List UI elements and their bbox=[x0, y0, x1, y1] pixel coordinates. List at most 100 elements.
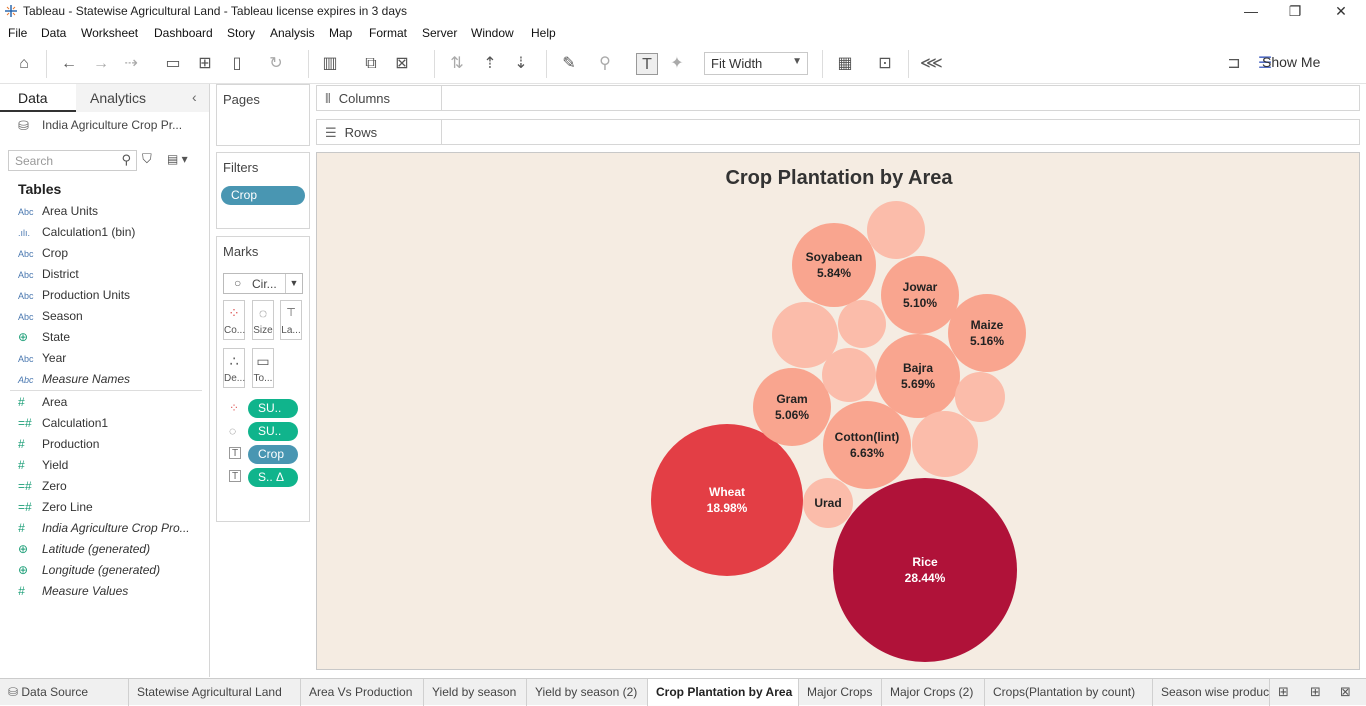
bubble-mark[interactable] bbox=[912, 411, 978, 477]
save-icon[interactable]: ▭ bbox=[162, 53, 184, 75]
pause-updates-icon[interactable]: ▯ bbox=[226, 53, 248, 75]
undo-icon[interactable]: ← bbox=[58, 53, 80, 75]
sheet-tab[interactable]: Area Vs Production bbox=[301, 679, 424, 706]
bubble-mark[interactable] bbox=[948, 294, 1026, 372]
tab-data[interactable]: Data bbox=[0, 84, 76, 112]
size-button[interactable]: ◌ Size bbox=[252, 300, 274, 340]
datasource-name[interactable]: India Agriculture Crop Pr... bbox=[42, 118, 182, 132]
viz-area[interactable]: Crop Plantation by Area Rice 28.44% Wheat 1… bbox=[316, 152, 1360, 670]
bubble-mark[interactable] bbox=[867, 201, 925, 259]
marks-pill-size[interactable]: SU.. bbox=[248, 422, 298, 441]
field-measure[interactable]: ⊕ Latitude (generated) bbox=[18, 542, 150, 560]
rows-shelf[interactable]: ☰ Rows bbox=[316, 119, 1360, 145]
field-dimension[interactable]: Abc Year bbox=[18, 351, 66, 369]
redo-icon[interactable]: → bbox=[90, 53, 112, 75]
columns-shelf[interactable]: ⦀ Columns bbox=[316, 85, 1360, 111]
menu-data[interactable]: Data bbox=[41, 26, 66, 40]
marks-pill-label-crop[interactable]: Crop bbox=[248, 445, 298, 464]
color-button[interactable]: ⁘ Co... bbox=[223, 300, 245, 340]
home-icon[interactable]: ⌂ bbox=[13, 53, 35, 75]
sort-ascending-icon[interactable]: ⇡ bbox=[479, 53, 501, 75]
sort-descending-icon[interactable]: ⇣ bbox=[510, 53, 532, 75]
label-button[interactable]: ⊤ La... bbox=[280, 300, 302, 340]
swap-axes-icon[interactable]: ⇅ bbox=[446, 53, 468, 75]
collapse-pane-icon[interactable]: ‹ bbox=[192, 89, 197, 105]
mark-type-select[interactable]: ○ Cir... ▼ bbox=[223, 273, 303, 294]
field-dimension[interactable]: Abc Production Units bbox=[18, 288, 130, 306]
sheet-tab[interactable]: Yield by season bbox=[424, 679, 527, 706]
highlight-icon[interactable]: ✎ bbox=[558, 53, 580, 75]
marks-card[interactable]: Marks ○ Cir... ▼ ⁘ Co... ◌ Size ⊤ La... … bbox=[216, 236, 310, 522]
presentation-mode-icon[interactable]: ⊡ bbox=[874, 53, 896, 75]
replay-icon[interactable]: ⇢ bbox=[120, 53, 142, 75]
tab-analytics[interactable]: Analytics ‹ bbox=[76, 84, 209, 112]
share-icon[interactable]: ⋘ bbox=[920, 53, 943, 75]
detail-button[interactable]: ∴ De... bbox=[223, 348, 245, 388]
bubble-mark[interactable] bbox=[753, 368, 831, 446]
menu-window[interactable]: Window bbox=[471, 26, 514, 40]
duplicate-sheet-icon[interactable]: ⧉ bbox=[360, 53, 382, 75]
sheet-tab[interactable]: Crop Plantation by Area bbox=[648, 679, 799, 706]
sheet-tab[interactable]: Yield by season (2) bbox=[527, 679, 648, 706]
filters-card[interactable]: Filters Crop bbox=[216, 152, 310, 229]
ask-data-icon[interactable]: ⊐ bbox=[1223, 53, 1245, 75]
bubble-mark[interactable] bbox=[823, 401, 911, 489]
fit-select[interactable]: Fit Width ▼ bbox=[704, 52, 808, 75]
menu-story[interactable]: Story bbox=[227, 26, 255, 40]
sheet-tab[interactable]: Major Crops bbox=[799, 679, 882, 706]
new-worksheet-icon[interactable]: ▥ bbox=[319, 53, 341, 75]
show-labels-icon[interactable]: T bbox=[636, 53, 658, 75]
bubble-mark[interactable] bbox=[792, 223, 876, 307]
field-dimension[interactable]: Abc Area Units bbox=[18, 204, 98, 222]
field-dimension[interactable]: Abc Measure Names bbox=[18, 372, 130, 390]
field-dimension[interactable]: .ılı. Calculation1 (bin) bbox=[18, 225, 135, 243]
bubble-mark[interactable] bbox=[876, 334, 960, 418]
new-dashboard-icon[interactable]: ⊞ bbox=[1310, 684, 1321, 700]
pages-card[interactable]: Pages bbox=[216, 84, 310, 146]
field-measure[interactable]: =# Zero bbox=[18, 479, 67, 497]
bubble-mark[interactable] bbox=[651, 424, 803, 576]
menu-server[interactable]: Server bbox=[422, 26, 457, 40]
show-cards-icon[interactable]: ▦ bbox=[834, 53, 856, 75]
clear-sheet-icon[interactable]: ⊠ bbox=[391, 53, 413, 75]
sheet-tab[interactable]: Season wise produc bbox=[1153, 679, 1270, 706]
new-worksheet-icon[interactable]: ⊞ bbox=[1278, 684, 1289, 700]
menu-analysis[interactable]: Analysis bbox=[270, 26, 315, 40]
filter-pill-crop[interactable]: Crop bbox=[221, 186, 305, 205]
minimize-button[interactable]: — bbox=[1236, 2, 1266, 20]
tooltip-button[interactable]: ▭ To... bbox=[252, 348, 274, 388]
close-button[interactable]: ✕ bbox=[1326, 2, 1356, 20]
search-input[interactable]: Search ⚲ bbox=[8, 150, 137, 171]
field-measure[interactable]: # Yield bbox=[18, 458, 68, 476]
menu-map[interactable]: Map bbox=[329, 26, 352, 40]
menu-format[interactable]: Format bbox=[369, 26, 407, 40]
field-measure[interactable]: ⊕ Longitude (generated) bbox=[18, 563, 160, 581]
bubble-mark[interactable] bbox=[833, 478, 1017, 662]
field-dimension[interactable]: ⊕ State bbox=[18, 330, 70, 348]
fix-axes-icon[interactable]: ✦ bbox=[666, 53, 688, 75]
field-measure[interactable]: # Production bbox=[18, 437, 99, 455]
bubble-mark[interactable] bbox=[955, 372, 1005, 422]
field-dimension[interactable]: Abc Crop bbox=[18, 246, 68, 264]
sheet-tab[interactable]: Major Crops (2) bbox=[882, 679, 985, 706]
new-story-icon[interactable]: ⊠ bbox=[1340, 684, 1351, 700]
field-measure[interactable]: # Measure Values bbox=[18, 584, 128, 602]
marks-pill-color[interactable]: SU.. bbox=[248, 399, 298, 418]
refresh-icon[interactable]: ↻ bbox=[265, 53, 287, 75]
filter-icon[interactable]: ⛉ bbox=[142, 151, 152, 167]
menu-help[interactable]: Help bbox=[531, 26, 556, 40]
bubble-chart[interactable]: Rice 28.44% Wheat 18.98% Cotton(lint) 6.63% So… bbox=[317, 153, 1361, 671]
field-measure[interactable]: # India Agriculture Crop Pro... bbox=[18, 521, 190, 539]
view-options-icon[interactable]: ▤ ▾ bbox=[167, 152, 188, 166]
group-members-icon[interactable]: ⚲ bbox=[594, 53, 616, 75]
bubble-mark[interactable] bbox=[838, 300, 886, 348]
field-measure[interactable]: =# Calculation1 bbox=[18, 416, 108, 434]
sheet-tab[interactable]: Statewise Agricultural Land bbox=[129, 679, 301, 706]
new-datasource-icon[interactable]: ⊞ bbox=[194, 53, 216, 75]
bubble-mark[interactable] bbox=[881, 256, 959, 334]
tab-data-source[interactable]: ⛁ Data Source bbox=[0, 679, 129, 706]
field-measure[interactable]: =# Zero Line bbox=[18, 500, 93, 518]
restore-button[interactable]: ❐ bbox=[1280, 2, 1310, 20]
marks-pill-label-percent[interactable]: S.. Δ bbox=[248, 468, 298, 487]
menu-dashboard[interactable]: Dashboard bbox=[154, 26, 213, 40]
